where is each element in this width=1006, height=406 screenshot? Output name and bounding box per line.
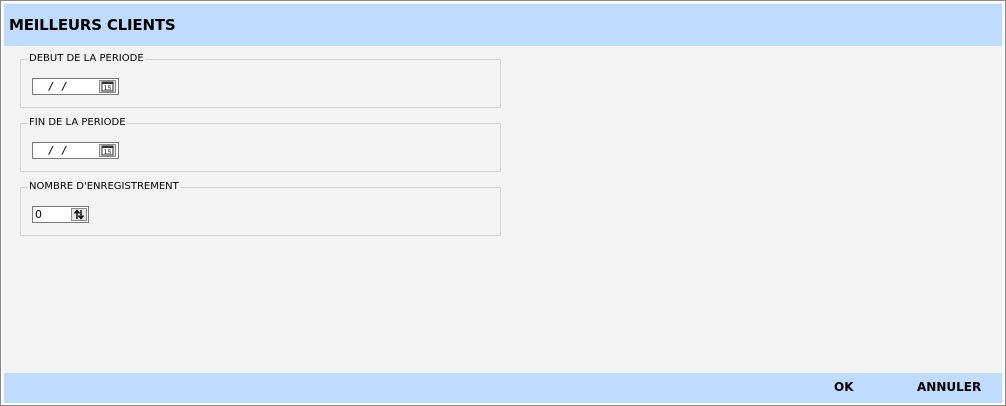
record-count-group: NOMBRE D'ENREGISTREMENT 0 (20, 180, 501, 236)
start-date-value: / / (41, 80, 68, 93)
end-period-label: FIN DE LA PERIODE (28, 116, 127, 130)
start-date-calendar-button[interactable]: 15 (99, 80, 116, 93)
start-period-label: DEBUT DE LA PERIODE (28, 52, 145, 66)
start-period-group: DEBUT DE LA PERIODE / / 15 (20, 52, 501, 108)
calendar-icon: 15 (101, 81, 114, 92)
action-bar: OK ANNULER (4, 373, 1002, 403)
end-date-value: / / (41, 144, 68, 157)
svg-text:15: 15 (104, 85, 112, 92)
calendar-icon: 15 (101, 145, 114, 156)
end-date-calendar-button[interactable]: 15 (99, 144, 116, 157)
end-date-input[interactable]: / / 15 (32, 142, 119, 159)
up-down-arrows-icon (73, 209, 85, 220)
dialog-window: MEILLEURS CLIENTS DEBUT DE LA PERIODE / … (0, 0, 1006, 406)
record-count-value: 0 (35, 208, 42, 221)
end-period-group: FIN DE LA PERIODE / / 15 (20, 116, 501, 172)
record-count-input[interactable]: 0 (32, 206, 89, 223)
title-bar: MEILLEURS CLIENTS (4, 4, 1002, 46)
ok-button[interactable]: OK (834, 380, 854, 394)
dialog-title: MEILLEURS CLIENTS (9, 16, 176, 34)
start-date-input[interactable]: / / 15 (32, 78, 119, 95)
svg-text:15: 15 (104, 149, 112, 156)
record-count-spinner-button[interactable] (71, 208, 87, 221)
cancel-button[interactable]: ANNULER (917, 380, 981, 394)
record-count-label: NOMBRE D'ENREGISTREMENT (28, 180, 180, 194)
